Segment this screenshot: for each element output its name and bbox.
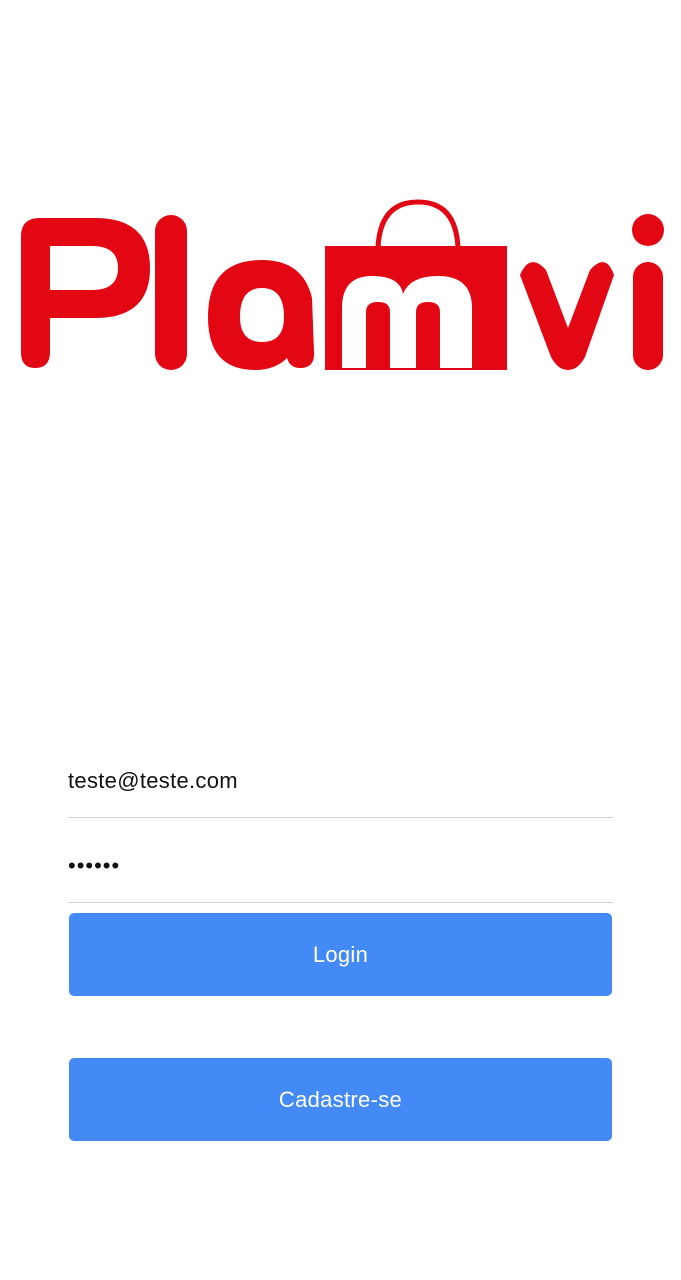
logo-letter-l bbox=[155, 215, 187, 370]
login-button[interactable]: Login bbox=[69, 913, 612, 996]
logo-wordmark bbox=[21, 199, 664, 370]
email-field[interactable] bbox=[68, 758, 613, 818]
logo-letter-i-dot bbox=[632, 214, 664, 246]
logo-letter-v bbox=[520, 262, 614, 370]
logo-letter-i-stem bbox=[633, 262, 663, 370]
shopping-bag-handle bbox=[375, 199, 461, 249]
email-input[interactable] bbox=[68, 758, 613, 804]
password-input[interactable] bbox=[68, 843, 613, 889]
shopping-bag-icon bbox=[325, 246, 507, 370]
brand-logo bbox=[0, 190, 681, 390]
logo-letter-p bbox=[21, 218, 150, 368]
signup-button[interactable]: Cadastre-se bbox=[69, 1058, 612, 1141]
password-field[interactable] bbox=[68, 843, 613, 903]
logo-letter-a bbox=[208, 260, 315, 370]
